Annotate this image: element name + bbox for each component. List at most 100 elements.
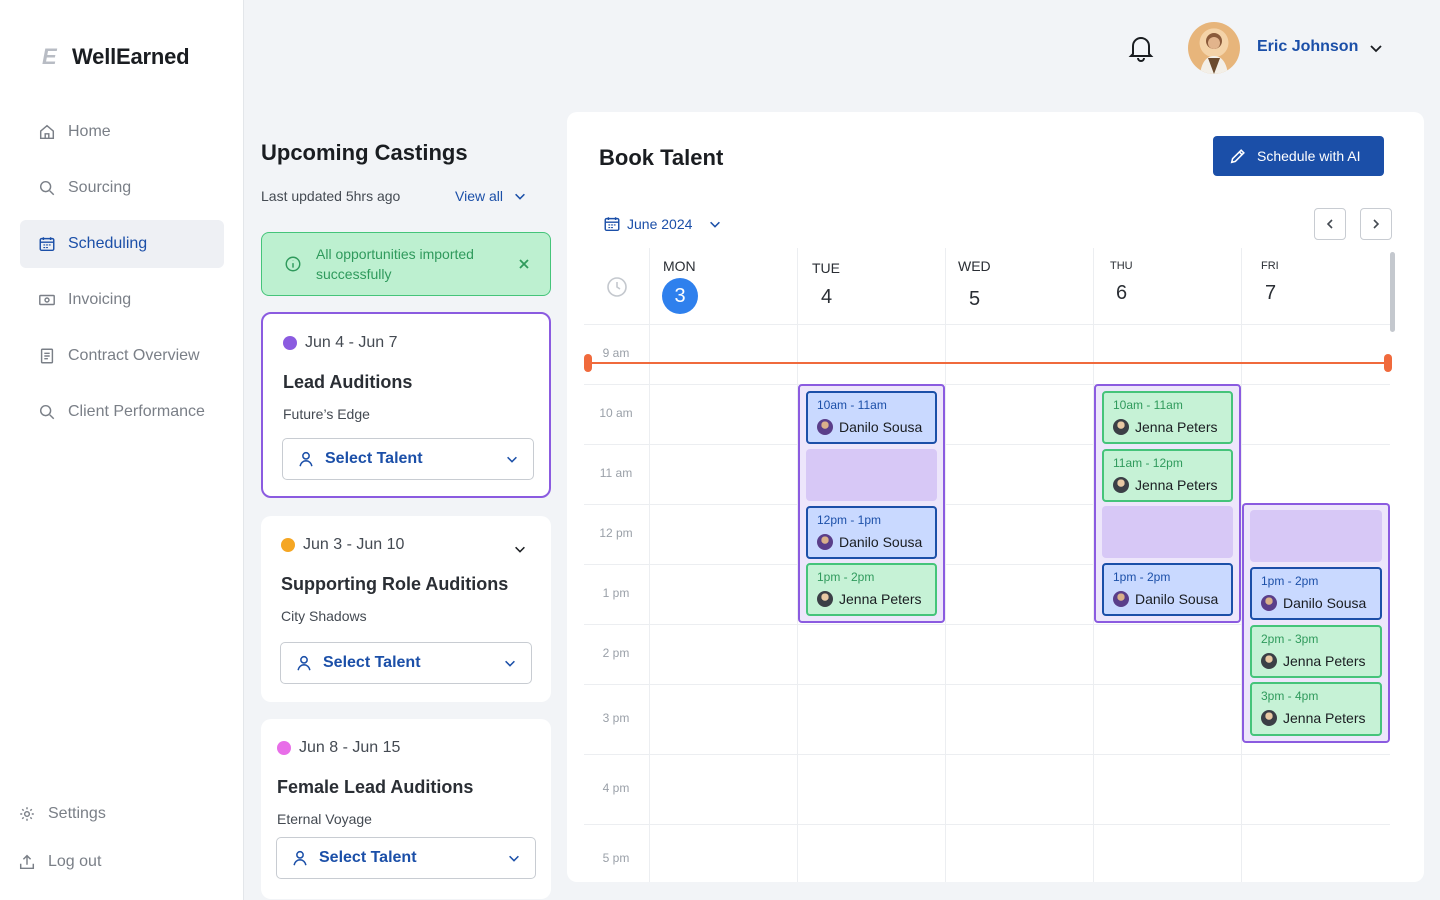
settings-link[interactable]: Settings xyxy=(18,805,218,823)
close-icon[interactable] xyxy=(518,258,530,270)
slot-person: Jenna Peters xyxy=(1113,419,1218,435)
booking-slot[interactable]: 12pm - 1pm Danilo Sousa xyxy=(806,506,937,559)
casting-dates-text: Jun 8 - Jun 15 xyxy=(299,739,401,756)
view-all-link[interactable]: View all xyxy=(455,188,527,204)
schedule-with-ai-button[interactable]: Schedule with AI xyxy=(1213,136,1384,176)
slot-person-name: Danilo Sousa xyxy=(839,419,923,435)
booking-slot[interactable]: 3pm - 4pm Jenna Peters xyxy=(1250,682,1382,736)
current-time-handle[interactable] xyxy=(1384,354,1392,372)
month-label: June 2024 xyxy=(627,216,693,232)
upload-icon xyxy=(19,854,35,870)
user-icon xyxy=(299,451,313,467)
day-number-tue[interactable]: 4 xyxy=(821,286,832,309)
booking-slot[interactable]: 10am - 11am Danilo Sousa xyxy=(806,391,937,444)
select-talent-dropdown[interactable]: Select Talent xyxy=(282,438,534,480)
chevron-down-icon xyxy=(710,221,721,228)
avatar xyxy=(1113,419,1129,435)
casting-dates: Jun 3 - Jun 10 xyxy=(281,536,404,554)
chevron-down-icon xyxy=(505,660,515,667)
avatar xyxy=(817,419,833,435)
week-navigation xyxy=(1314,208,1392,240)
success-toast: All opportunities imported successfully xyxy=(261,232,551,296)
open-slot[interactable] xyxy=(1250,510,1382,562)
day-number-wed[interactable]: 5 xyxy=(969,288,980,311)
user-avatar[interactable] xyxy=(1188,22,1240,74)
current-time-line xyxy=(587,362,1389,364)
availability-group: 10am - 11am Jenna Peters 11am - 12pm Jen… xyxy=(1094,384,1241,623)
view-all-label: View all xyxy=(455,188,503,204)
chevron-down-icon xyxy=(507,456,517,463)
avatar xyxy=(1113,591,1129,607)
chevron-down-icon[interactable] xyxy=(1368,40,1384,56)
prev-week-button[interactable] xyxy=(1314,208,1346,240)
current-time-handle[interactable] xyxy=(584,354,592,372)
sidebar-item-invoicing[interactable]: Invoicing xyxy=(20,276,224,324)
bell-icon[interactable] xyxy=(1128,34,1154,62)
calendar-scrollbar[interactable] xyxy=(1390,252,1395,332)
booking-slot[interactable]: 1pm - 2pm Jenna Peters xyxy=(806,563,937,616)
slot-person: Danilo Sousa xyxy=(817,534,922,550)
chevron-down-icon xyxy=(515,193,525,200)
open-slot[interactable] xyxy=(806,449,937,501)
logo-mark: E xyxy=(42,44,57,69)
booking-slot[interactable]: 1pm - 2pm Danilo Sousa xyxy=(1102,563,1233,616)
month-selector[interactable]: June 2024 xyxy=(603,215,722,233)
booking-slot[interactable]: 2pm - 3pm Jenna Peters xyxy=(1250,625,1382,678)
slot-time: 10am - 11am xyxy=(817,398,887,412)
toast-message: All opportunities imported successfully xyxy=(316,246,474,282)
day-number-fri[interactable]: 7 xyxy=(1265,282,1276,305)
sidebar-item-label: Invoicing xyxy=(68,291,132,308)
slot-person-name: Jenna Peters xyxy=(1283,710,1366,726)
casting-project: Eternal Voyage xyxy=(277,811,372,827)
sidebar-nav: Home Sourcing Scheduling Invoicing Contr… xyxy=(20,108,224,444)
settings-label: Settings xyxy=(48,805,106,822)
logo[interactable]: E WellEarned xyxy=(42,44,190,70)
logout-link[interactable]: Log out xyxy=(18,853,218,871)
casting-card[interactable]: Jun 8 - Jun 15 Female Lead Auditions Ete… xyxy=(261,719,551,899)
hour-label: 10 am xyxy=(599,406,633,420)
hour-label: 12 pm xyxy=(599,526,633,540)
sidebar-item-label: Contract Overview xyxy=(68,347,200,364)
grid-line xyxy=(584,324,1390,325)
logout-label: Log out xyxy=(48,853,102,870)
sidebar-item-client-performance[interactable]: Client Performance xyxy=(20,388,224,436)
avatar xyxy=(817,591,833,607)
user-name[interactable]: Eric Johnson xyxy=(1257,38,1358,56)
cash-icon xyxy=(39,294,55,306)
casting-dates-text: Jun 4 - Jun 7 xyxy=(305,334,398,351)
slot-person: Danilo Sousa xyxy=(817,419,922,435)
select-talent-dropdown[interactable]: Select Talent xyxy=(276,837,536,879)
sidebar-item-home[interactable]: Home xyxy=(20,108,224,156)
sidebar-item-contract-overview[interactable]: Contract Overview xyxy=(20,332,224,380)
grid-line xyxy=(584,384,1390,385)
sidebar-item-sourcing[interactable]: Sourcing xyxy=(20,164,224,212)
slot-person-name: Jenna Peters xyxy=(1135,477,1218,493)
chevron-down-icon[interactable] xyxy=(513,542,527,556)
avatar xyxy=(817,534,833,550)
slot-person-name: Jenna Peters xyxy=(1283,653,1366,669)
select-talent-dropdown[interactable]: Select Talent xyxy=(280,642,532,684)
slot-person-name: Jenna Peters xyxy=(839,591,922,607)
slot-person: Danilo Sousa xyxy=(1261,595,1366,611)
casting-card[interactable]: Jun 3 - Jun 10 Supporting Role Auditions… xyxy=(261,516,551,702)
select-talent-label: Select Talent xyxy=(325,450,423,467)
casting-card[interactable]: Jun 4 - Jun 7 Lead Auditions Future’s Ed… xyxy=(261,312,551,498)
casting-project: Future’s Edge xyxy=(283,406,370,422)
day-number-mon[interactable]: 3 xyxy=(662,278,698,314)
grid-line xyxy=(584,824,1390,825)
slot-time: 2pm - 3pm xyxy=(1261,632,1319,646)
booking-slot[interactable]: 1pm - 2pm Danilo Sousa xyxy=(1250,567,1382,620)
avatar xyxy=(1261,653,1277,669)
select-talent-label: Select Talent xyxy=(319,849,417,866)
day-name-tue: TUE xyxy=(812,260,840,276)
open-slot[interactable] xyxy=(1102,506,1233,558)
select-talent-label: Select Talent xyxy=(323,654,421,671)
sidebar-item-scheduling[interactable]: Scheduling xyxy=(20,220,224,268)
hour-label: 5 pm xyxy=(602,851,630,865)
hour-label: 1 pm xyxy=(602,586,630,600)
booking-slot[interactable]: 11am - 12pm Jenna Peters xyxy=(1102,449,1233,502)
booking-slot[interactable]: 10am - 11am Jenna Peters xyxy=(1102,391,1233,444)
next-week-button[interactable] xyxy=(1360,208,1392,240)
day-number-thu[interactable]: 6 xyxy=(1116,282,1127,305)
casting-dates-text: Jun 3 - Jun 10 xyxy=(303,536,405,553)
